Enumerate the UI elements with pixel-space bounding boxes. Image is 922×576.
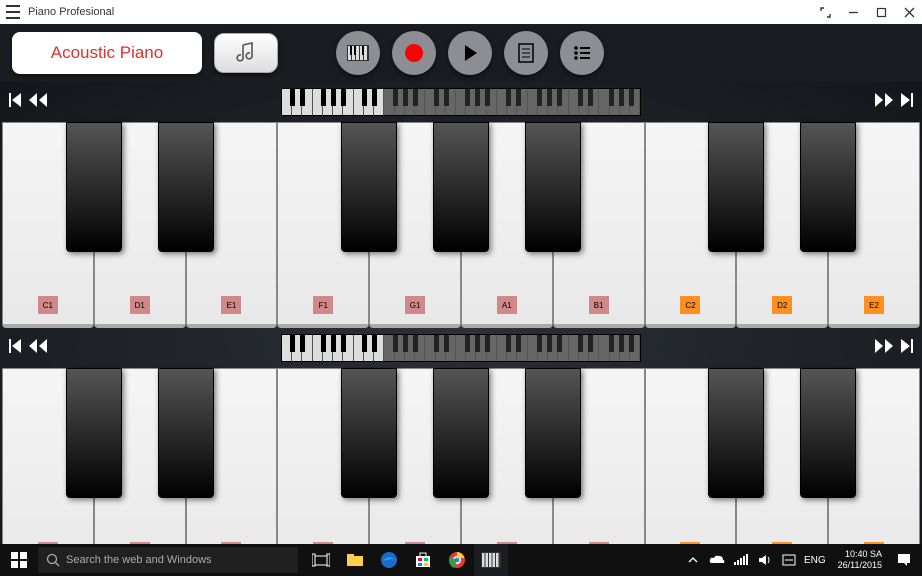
key-label: C2 [680,296,700,314]
tray-network-icon[interactable] [732,544,750,576]
key-label: B1 [589,296,609,314]
mini-keyboard-overview[interactable] [281,334,641,362]
nav-outer-right[interactable] [900,92,914,113]
hamburger-menu-icon[interactable] [6,5,20,19]
black-key[interactable] [708,368,764,498]
black-key[interactable] [341,368,397,498]
play-icon [460,43,480,63]
keyboard-keys: C1 D1 E1 F1 G1 A1 B1 C2 D2 E2 [2,122,920,328]
black-key[interactable] [708,122,764,252]
record-button[interactable] [392,31,436,75]
black-key[interactable] [525,368,581,498]
nav-outer-left[interactable] [8,92,22,113]
black-key[interactable] [158,122,214,252]
window-title: Piano Profesional [28,6,114,18]
music-note-icon [235,42,257,64]
tray-ime-icon[interactable] [780,544,798,576]
black-key[interactable] [66,122,122,252]
start-button[interactable] [0,544,38,576]
keyboard-row-2: C1D1E1F1G1A1B1C2D2E2 [2,328,920,574]
nav-outer-right[interactable] [900,338,914,359]
search-icon [46,553,60,567]
key-label: D2 [772,296,792,314]
tray-notifications-icon[interactable] [894,544,914,576]
tray-language[interactable]: ENG [804,555,826,566]
list-icon [573,45,591,61]
main-toolbar: Acoustic Piano [0,24,922,82]
maximize-button[interactable] [874,5,888,19]
instrument-label: Acoustic Piano [51,43,163,63]
black-key[interactable] [66,368,122,498]
tray-clock[interactable]: 10:40 SA 26/11/2015 [832,549,888,571]
key-label: F1 [313,296,333,314]
black-key[interactable] [433,368,489,498]
piano-area: C1D1E1F1G1A1B1C2D2E2 C1D1E1F1G1A1B1C2D2E… [0,82,922,574]
key-label: C1 [38,296,58,314]
play-button[interactable] [448,31,492,75]
nav-inner-left[interactable] [28,92,48,113]
keyboard-row-1: C1 D1 E1 F1 G1 A1 B1 C2 D2 E2 [2,82,920,328]
tray-time: 10:40 SA [838,549,882,560]
minimize-button[interactable] [846,5,860,19]
nav-outer-left[interactable] [8,338,22,359]
tray-volume-icon[interactable] [756,544,774,576]
document-icon [517,43,535,63]
black-key[interactable] [800,122,856,252]
nav-inner-right[interactable] [874,92,894,113]
key-label: E2 [864,296,884,314]
nav-inner-left[interactable] [28,338,48,359]
black-key[interactable] [525,122,581,252]
tray-chevron-up-icon[interactable] [684,544,702,576]
music-mode-button[interactable] [214,33,278,73]
expand-icon[interactable] [818,5,832,19]
nav-inner-right[interactable] [874,338,894,359]
black-key[interactable] [433,122,489,252]
key-label: G1 [405,296,425,314]
mini-keyboard-overview[interactable] [281,88,641,116]
record-icon [403,42,425,64]
tray-onedrive-icon[interactable] [708,544,726,576]
task-view-icon[interactable] [304,544,338,576]
windows-logo-icon [11,552,27,568]
windows-taskbar: Search the web and Windows ENG 10:40 SA … [0,544,922,576]
key-label: E1 [221,296,241,314]
taskbar-app-chrome[interactable] [440,544,474,576]
document-button[interactable] [504,31,548,75]
close-button[interactable] [902,5,916,19]
black-key[interactable] [158,368,214,498]
keyboard-layout-button[interactable] [336,31,380,75]
instrument-selector[interactable]: Acoustic Piano [12,32,202,74]
taskbar-app-store[interactable] [406,544,440,576]
search-placeholder: Search the web and Windows [66,554,212,566]
keyboard-icon [347,45,369,61]
key-label: D1 [130,296,150,314]
window-titlebar: Piano Profesional [0,0,922,24]
list-button[interactable] [560,31,604,75]
taskbar-app-edge[interactable] [372,544,406,576]
black-key[interactable] [341,122,397,252]
black-key[interactable] [800,368,856,498]
taskbar-search[interactable]: Search the web and Windows [38,547,298,573]
taskbar-app-explorer[interactable] [338,544,372,576]
key-label: A1 [497,296,517,314]
tray-date: 26/11/2015 [838,560,882,571]
taskbar-app-piano[interactable] [474,544,508,576]
